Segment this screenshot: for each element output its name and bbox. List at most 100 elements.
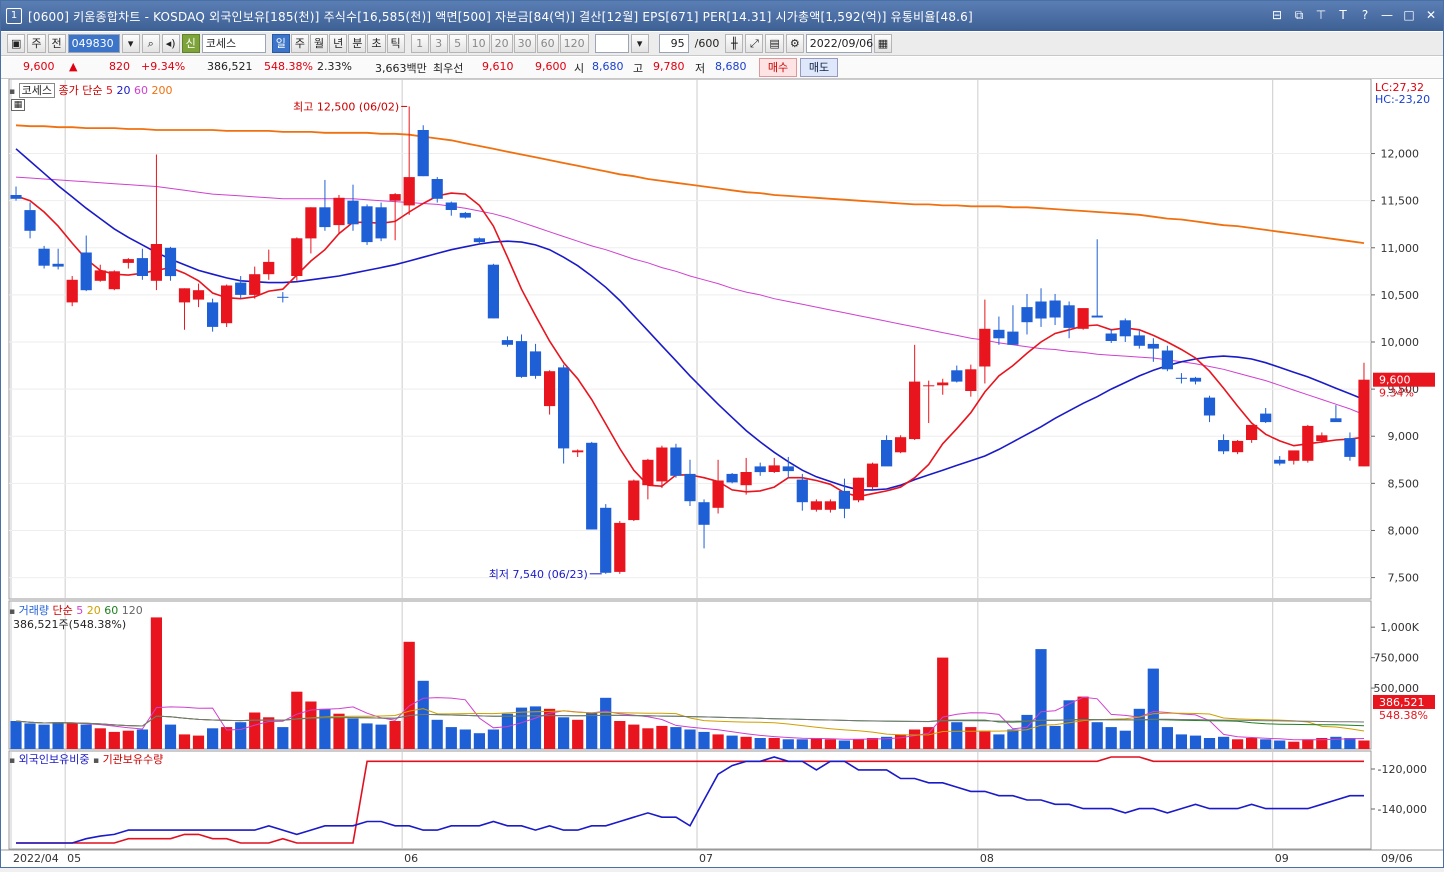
volume-bar	[965, 727, 977, 749]
candle-body	[80, 252, 92, 291]
copy-icon[interactable]: ⧉	[1291, 7, 1307, 23]
volume-bar	[895, 734, 907, 749]
chevron-down-icon[interactable]: ▾	[121, 34, 140, 53]
interval-tab-5[interactable]: 30	[513, 34, 536, 53]
volume-bar	[24, 723, 36, 749]
candle-type-icon[interactable]: ╫	[725, 34, 744, 53]
volume-bar	[1218, 736, 1230, 749]
volume-bar	[1021, 714, 1033, 749]
interval-tab-3[interactable]: 10	[467, 34, 490, 53]
period-tab-0[interactable]: 일	[271, 34, 290, 53]
candle-body	[487, 264, 499, 319]
close-icon[interactable]: ✕	[1423, 7, 1439, 23]
help-icon[interactable]: ?	[1357, 7, 1373, 23]
price-legend: ▪ 코세스 종가 단순 5 20 60 200	[9, 83, 173, 98]
candle-body	[263, 261, 275, 275]
volume-bar	[1105, 727, 1117, 749]
maximize-icon[interactable]: □	[1401, 7, 1417, 23]
interval-tab-6[interactable]: 60	[536, 34, 559, 53]
speaker-icon[interactable]: ◂)	[161, 34, 180, 53]
pin-icon[interactable]: ⊤	[1313, 7, 1329, 23]
sell-button[interactable]: 매도	[800, 58, 838, 77]
x-axis-right-label: 09/06	[1381, 852, 1413, 865]
price-axis-label: 7,500	[1388, 572, 1420, 585]
interval-tab-7[interactable]: 120	[559, 34, 589, 53]
candle-body	[937, 382, 949, 386]
search-icon[interactable]: ⌕	[141, 34, 160, 53]
layout-icon[interactable]: ▣	[7, 34, 26, 53]
volume-bar	[10, 721, 22, 749]
volume-axis-label: 500,000	[1374, 682, 1420, 695]
volume-bar	[1358, 740, 1370, 749]
period-tab-4[interactable]: 분	[348, 34, 367, 53]
candle-body	[979, 328, 991, 367]
candle-body	[333, 197, 345, 226]
stock-code-input[interactable]: 049830	[67, 34, 120, 53]
chart-svg[interactable]: 2022/04 05 06 07 08 09 09/06 12,000 11,500 11,000…	[1, 78, 1443, 869]
period-tab-2[interactable]: 월	[310, 34, 329, 53]
candle-body	[403, 177, 415, 206]
interval-tab-0[interactable]: 1	[410, 34, 429, 53]
volume-bar	[866, 738, 879, 749]
period-type-select[interactable]: 주	[27, 34, 46, 53]
volume-bar	[712, 734, 724, 749]
draw-tool-icon[interactable]: ⤢	[745, 34, 764, 53]
minimize-icon[interactable]: —	[1379, 7, 1395, 23]
best-ask: 9,610	[482, 60, 514, 73]
interval-tab-1[interactable]: 3	[429, 34, 448, 53]
title-bar[interactable]: 1 [0600] 키움종합차트 - KOSDAQ 외국인보유[185(천)] 주…	[1, 1, 1443, 31]
high-price: 9,780	[653, 60, 685, 73]
gear-icon[interactable]: ⚙	[785, 34, 804, 53]
best-ask-label: 최우선	[433, 62, 464, 75]
period-tab-1[interactable]: 주	[290, 34, 310, 53]
interval-tab-2[interactable]: 5	[448, 34, 467, 53]
table-icon[interactable]: ▦	[11, 99, 25, 111]
price-panel-frame	[8, 78, 1372, 600]
volume-bar	[656, 725, 668, 749]
volume-bar	[305, 701, 317, 749]
high-annotation: 최고 12,500 (06/02)	[293, 100, 399, 113]
candle-body	[1203, 397, 1216, 416]
candle-body	[529, 351, 542, 376]
calendar-icon[interactable]: ▦	[873, 34, 893, 53]
save-icon[interactable]: ▤	[765, 34, 784, 53]
buy-button[interactable]: 매수	[759, 58, 797, 77]
volume-bar	[192, 735, 205, 749]
chevron-down-icon[interactable]: ▾	[630, 34, 649, 53]
volume-pct-tag: 548.38%	[1379, 709, 1428, 722]
price-axis-label: 12,000	[1381, 148, 1420, 161]
volume-bar	[628, 724, 640, 749]
text-icon[interactable]: T	[1335, 7, 1351, 23]
candle-body	[909, 381, 921, 440]
candle-body	[1077, 308, 1089, 329]
count-input[interactable]: 95	[658, 34, 689, 53]
stock-name-field[interactable]: 코세스	[201, 34, 266, 53]
low-label: 저	[695, 62, 706, 75]
candle-body	[642, 459, 654, 486]
period-tab-5[interactable]: 초	[367, 34, 386, 53]
period-tab-6[interactable]: 틱	[386, 34, 405, 53]
link-icon[interactable]: ⊟	[1269, 7, 1285, 23]
volume-bar	[108, 731, 120, 749]
chart-area[interactable]: 2022/04 05 06 07 08 09 09/06 12,000 11,500 11,000…	[1, 78, 1443, 869]
interval-input[interactable]	[594, 34, 629, 53]
legend-main: 종가 단순	[58, 84, 103, 97]
market-select[interactable]: 전	[47, 34, 66, 53]
volume-axis-label: 1,000K	[1380, 621, 1419, 634]
volume-bar	[515, 707, 528, 749]
stock-box[interactable]: 코세스	[18, 83, 55, 98]
candle-body	[1316, 435, 1328, 441]
volume-bar	[487, 729, 499, 749]
window-title: [0600] 키움종합차트 - KOSDAQ 외국인보유[185(천)] 주식수…	[28, 9, 973, 24]
candle-body	[1189, 377, 1202, 382]
period-tab-3[interactable]: 년	[329, 34, 348, 53]
candle-body	[473, 238, 485, 243]
volume-bar	[389, 721, 401, 749]
volume-bar	[558, 717, 570, 749]
volume-bar	[1161, 727, 1173, 749]
volume-bar	[740, 736, 752, 749]
date-input[interactable]: 2022/09/06	[805, 34, 873, 53]
current-pct-tag: 9.34%	[1379, 387, 1414, 400]
volume-bar	[586, 712, 598, 749]
interval-tab-4[interactable]: 20	[490, 34, 513, 53]
